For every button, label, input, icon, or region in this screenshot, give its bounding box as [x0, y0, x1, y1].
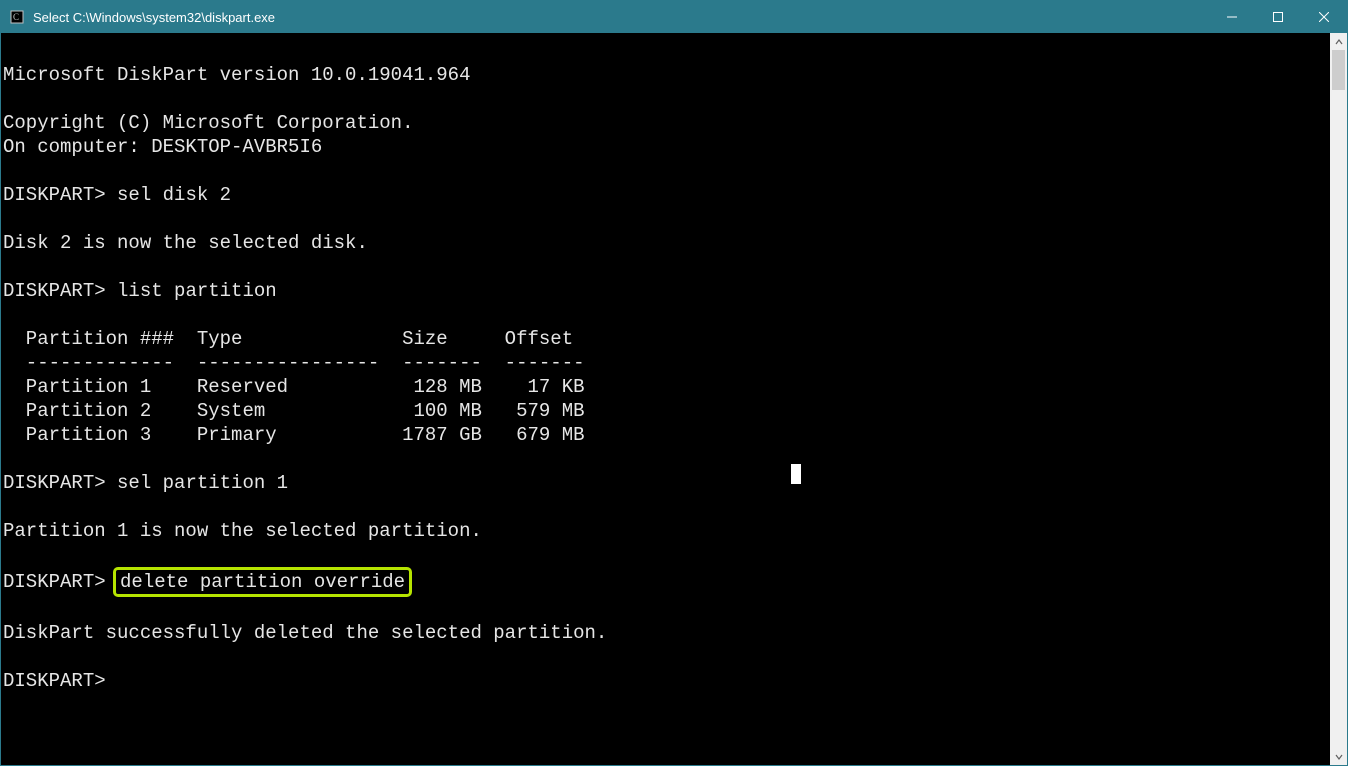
close-button[interactable] [1301, 1, 1347, 33]
maximize-button[interactable] [1255, 1, 1301, 33]
vertical-scrollbar[interactable] [1330, 33, 1347, 765]
prompt: DISKPART> [3, 571, 106, 593]
line-blank [3, 87, 1330, 111]
line-blank [3, 597, 1330, 621]
line-blank [3, 159, 1330, 183]
line-blank [3, 303, 1330, 327]
table-header: Partition ### Type Size Offset [3, 327, 1330, 351]
minimize-button[interactable] [1209, 1, 1255, 33]
line-cmd-delete: DISKPART> delete partition override [3, 567, 1330, 597]
line-computer: On computer: DESKTOP-AVBR5I6 [3, 135, 1330, 159]
scrollbar-thumb[interactable] [1332, 50, 1345, 90]
svg-text:C: C [13, 12, 19, 22]
console-window: C Select C:\Windows\system32\diskpart.ex… [0, 0, 1348, 766]
line-cmd-sel-disk: DISKPART> sel disk 2 [3, 183, 1330, 207]
line-copyright: Copyright (C) Microsoft Corporation. [3, 111, 1330, 135]
cmd-sel-partition: sel partition 1 [117, 472, 288, 494]
cmd-sel-disk: sel disk 2 [117, 184, 231, 206]
line-blank [3, 255, 1330, 279]
table-row: Partition 3 Primary 1787 GB 679 MB [3, 423, 1330, 447]
line-blank [3, 207, 1330, 231]
window-title: Select C:\Windows\system32\diskpart.exe [33, 10, 275, 25]
prompt: DISKPART> [3, 184, 106, 206]
prompt: DISKPART> [3, 670, 106, 692]
titlebar[interactable]: C Select C:\Windows\system32\diskpart.ex… [1, 1, 1347, 33]
table-divider: ------------- ---------------- ------- -… [3, 351, 1330, 375]
line-delete-success: DiskPart successfully deleted the select… [3, 621, 1330, 645]
line-prompt-empty: DISKPART> [3, 669, 1330, 693]
window-controls [1209, 1, 1347, 33]
line-version: Microsoft DiskPart version 10.0.19041.96… [3, 63, 1330, 87]
prompt: DISKPART> [3, 280, 106, 302]
scroll-up-arrow-icon[interactable] [1330, 33, 1347, 50]
scroll-down-arrow-icon[interactable] [1330, 748, 1347, 765]
line-blank [3, 39, 1330, 63]
client-area: Microsoft DiskPart version 10.0.19041.96… [1, 33, 1347, 765]
line-cmd-sel-partition: DISKPART> sel partition 1 [3, 471, 1330, 495]
table-row: Partition 2 System 100 MB 579 MB [3, 399, 1330, 423]
line-blank [3, 447, 1330, 471]
line-blank [3, 645, 1330, 669]
line-blank [3, 495, 1330, 519]
prompt: DISKPART> [3, 472, 106, 494]
app-icon: C [9, 9, 25, 25]
text-cursor [791, 464, 801, 484]
table-row: Partition 1 Reserved 128 MB 17 KB [3, 375, 1330, 399]
highlighted-command: delete partition override [113, 567, 412, 597]
terminal-output[interactable]: Microsoft DiskPart version 10.0.19041.96… [1, 33, 1330, 765]
line-partition-selected: Partition 1 is now the selected partitio… [3, 519, 1330, 543]
cmd-list-partition: list partition [117, 280, 277, 302]
line-cmd-list-partition: DISKPART> list partition [3, 279, 1330, 303]
line-disk-selected: Disk 2 is now the selected disk. [3, 231, 1330, 255]
line-blank [3, 543, 1330, 567]
